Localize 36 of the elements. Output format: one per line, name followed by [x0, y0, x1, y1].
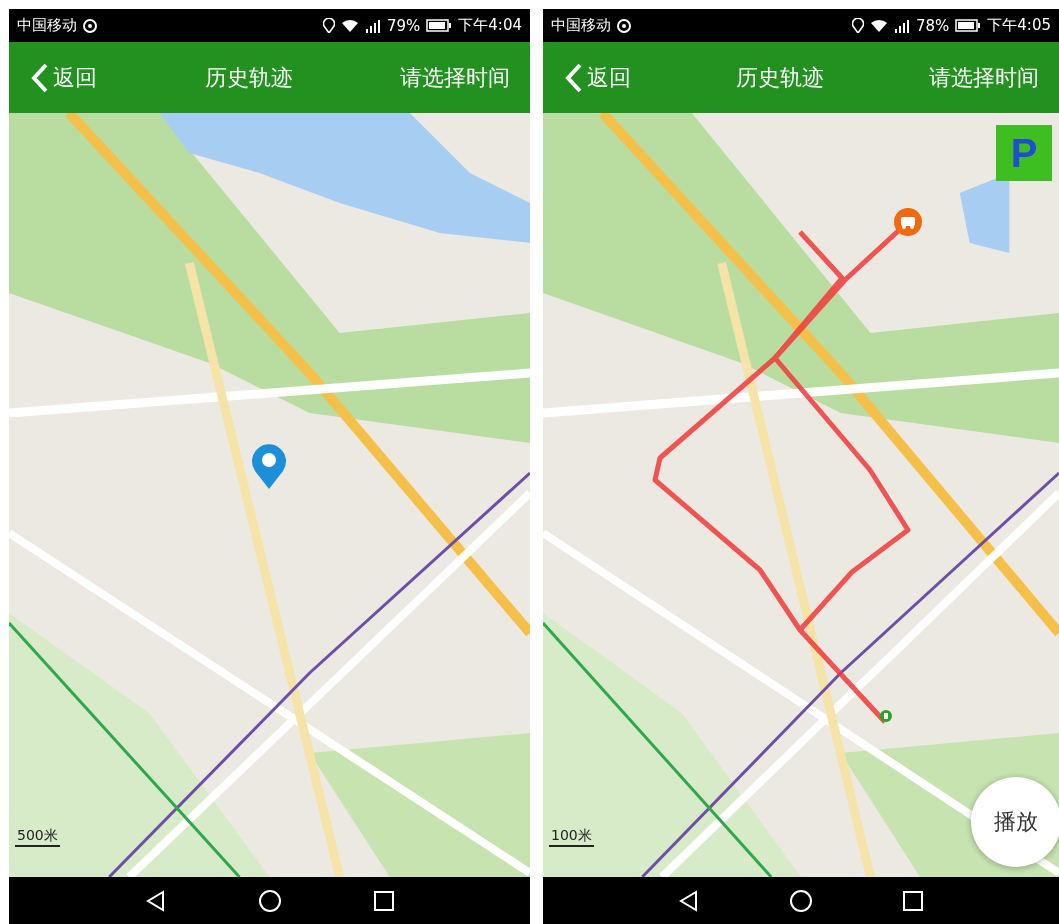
- back-icon[interactable]: [677, 889, 700, 912]
- back-icon[interactable]: [144, 889, 167, 912]
- status-time: 下午4:04: [458, 16, 522, 35]
- map-pin-icon: [249, 443, 289, 489]
- page-title: 历史轨迹: [735, 63, 825, 92]
- location-icon: [322, 18, 335, 33]
- status-time: 下午4:05: [987, 16, 1051, 35]
- wifi-icon: [869, 18, 888, 33]
- chevron-icon: [31, 62, 49, 93]
- select-time-button[interactable]: 请选择时间: [400, 62, 510, 93]
- battery-icon: [955, 19, 982, 32]
- car-marker-icon: [893, 207, 923, 237]
- back-button[interactable]: 返回: [565, 62, 631, 93]
- map-scale: 500米: [15, 827, 60, 847]
- carrier-name: 中国移动: [551, 16, 611, 35]
- signal-icon: [893, 18, 910, 33]
- select-time-button[interactable]: 请选择时间: [929, 62, 1039, 93]
- home-icon[interactable]: [789, 888, 813, 913]
- parking-marker-icon: [880, 710, 892, 722]
- chevron-icon: [565, 62, 583, 93]
- status-icon: [83, 18, 97, 33]
- page-title: 历史轨迹: [203, 63, 294, 92]
- battery-percent: 78%: [915, 16, 950, 35]
- battery-percent: 79%: [386, 16, 421, 35]
- battery-icon: [426, 19, 453, 32]
- recents-icon[interactable]: [902, 889, 925, 912]
- location-icon: [851, 18, 864, 33]
- home-icon[interactable]: [257, 888, 282, 913]
- status-icon: [617, 18, 631, 33]
- parking-badge: P: [996, 125, 1052, 181]
- carrier-name: 中国移动: [17, 16, 77, 35]
- back-button[interactable]: 返回: [31, 62, 97, 93]
- map-scale: 100米: [549, 827, 594, 847]
- recents-icon[interactable]: [372, 889, 395, 912]
- signal-icon: [364, 18, 381, 33]
- wifi-icon: [340, 18, 359, 33]
